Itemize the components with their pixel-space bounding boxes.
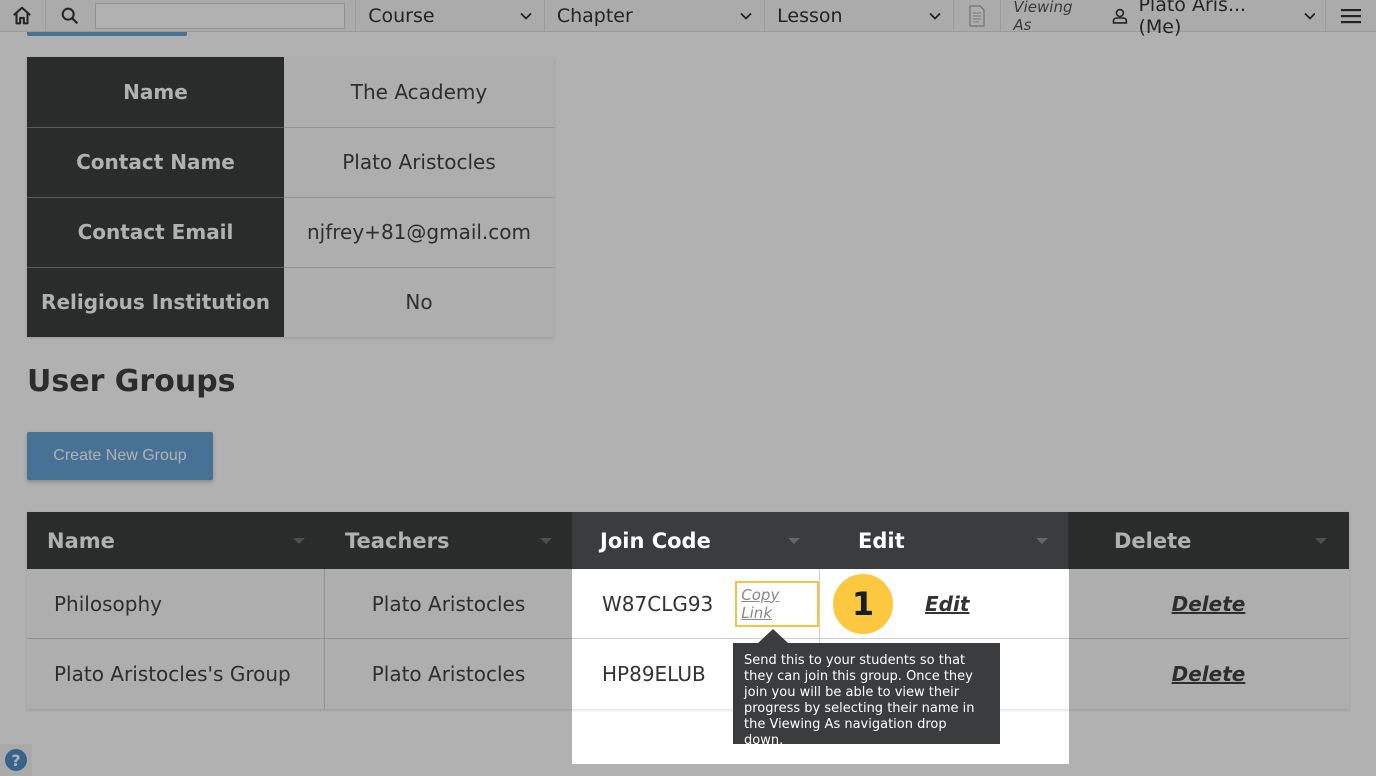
search-field-container (95, 0, 357, 31)
viewing-as-user-label: Plato Aris... (Me) (1138, 0, 1247, 38)
search-button[interactable] (46, 0, 96, 31)
column-header-join-code[interactable]: Join Code (572, 512, 820, 569)
edit-link[interactable]: Edit (925, 592, 969, 616)
info-label: Name (27, 57, 284, 128)
group-teachers: Plato Aristocles (371, 591, 526, 616)
chevron-down-icon (740, 12, 752, 20)
search-input[interactable] (95, 2, 346, 29)
column-header-teachers[interactable]: Teachers (325, 512, 572, 569)
user-groups-table: Name Teachers Join Code Edit Delete Phil… (27, 512, 1349, 709)
table-header: Name Teachers Join Code Edit Delete (27, 512, 1349, 569)
hamburger-menu-icon (1341, 8, 1362, 23)
group-name: Plato Aristocles's Group (27, 639, 325, 709)
info-row-contact-name: Contact Name Plato Aristocles (27, 127, 554, 198)
delete-link[interactable]: Delete (1172, 662, 1246, 686)
group-teachers: Plato Aristocles (371, 662, 526, 686)
column-header-label: Edit (858, 528, 905, 553)
column-header-label: Delete (1114, 528, 1192, 553)
document-button[interactable] (954, 0, 1002, 31)
column-header-label: Teachers (345, 528, 450, 553)
search-icon (62, 7, 79, 24)
column-header-label: Join Code (600, 528, 711, 553)
sort-arrow-icon[interactable] (1315, 537, 1327, 544)
column-header-name[interactable]: Name (27, 512, 325, 569)
viewing-as-label: Viewing As (1013, 0, 1073, 34)
viewing-as-user-dropdown[interactable]: Plato Aris... (Me) (1107, 0, 1327, 38)
delete-link[interactable]: Delete (1172, 592, 1246, 616)
table-row: Philosophy Plato Aristocles W87CLG93 Cop… (27, 569, 1349, 639)
copy-link-button[interactable]: Copy Link (735, 580, 819, 627)
document-icon (969, 4, 985, 27)
top-navigation-bar: Course Chapter Lesson Viewing As Plato A… (0, 0, 1376, 38)
info-label: Religious Institution (27, 267, 284, 337)
organization-info-table: Name The Academy Contact Name Plato Aris… (27, 57, 554, 337)
info-value: Plato Aristocles (284, 127, 554, 198)
user-groups-heading: User Groups (27, 364, 236, 399)
home-icon (13, 6, 32, 24)
help-question-icon: ? (5, 749, 27, 771)
info-row-religious-institution: Religious Institution No (27, 267, 554, 337)
course-dropdown[interactable]: Course (356, 0, 545, 31)
sort-arrow-icon[interactable] (540, 537, 552, 544)
chapter-dropdown[interactable]: Chapter (545, 0, 766, 31)
create-new-group-button[interactable]: Create New Group (27, 432, 213, 480)
lesson-dropdown-label: Lesson (777, 4, 843, 27)
partial-button-edge (27, 32, 187, 36)
sort-arrow-icon[interactable] (293, 537, 305, 544)
home-button[interactable] (0, 0, 46, 31)
column-header-edit[interactable]: Edit (820, 512, 1068, 569)
info-value: njfrey+81@gmail.com (284, 197, 554, 268)
sort-arrow-icon[interactable] (788, 537, 800, 544)
info-value: No (284, 267, 554, 337)
course-dropdown-label: Course (368, 4, 435, 27)
sort-arrow-icon[interactable] (1036, 537, 1048, 544)
column-header-label: Name (47, 528, 115, 553)
info-row-name: Name The Academy (27, 57, 554, 128)
user-icon (1112, 8, 1127, 24)
info-value: The Academy (284, 57, 554, 128)
join-code: HP89ELUB (602, 662, 706, 686)
info-label: Contact Name (27, 127, 284, 198)
join-code-cell: W87CLG93 Copy Link (572, 569, 820, 638)
info-row-contact-email: Contact Email njfrey+81@gmail.com (27, 197, 554, 268)
join-code: W87CLG93 (602, 591, 714, 616)
info-label: Contact Email (27, 197, 284, 268)
main-menu-button[interactable] (1326, 0, 1376, 31)
group-name: Philosophy (27, 569, 325, 638)
table-row: Plato Aristocles's Group Plato Aristocle… (27, 639, 1349, 709)
help-button[interactable]: ? (0, 744, 32, 776)
tour-tooltip: Send this to your students so that they … (733, 629, 1000, 748)
delete-cell: Delete (1068, 569, 1349, 638)
column-header-delete[interactable]: Delete (1068, 512, 1349, 569)
chevron-down-icon (1303, 12, 1316, 20)
chapter-dropdown-label: Chapter (556, 4, 633, 27)
chevron-down-icon (520, 12, 532, 20)
lesson-dropdown[interactable]: Lesson (765, 0, 954, 31)
delete-cell: Delete (1068, 639, 1349, 709)
chevron-down-icon (929, 12, 941, 20)
tour-step-badge: 1 (833, 574, 893, 634)
